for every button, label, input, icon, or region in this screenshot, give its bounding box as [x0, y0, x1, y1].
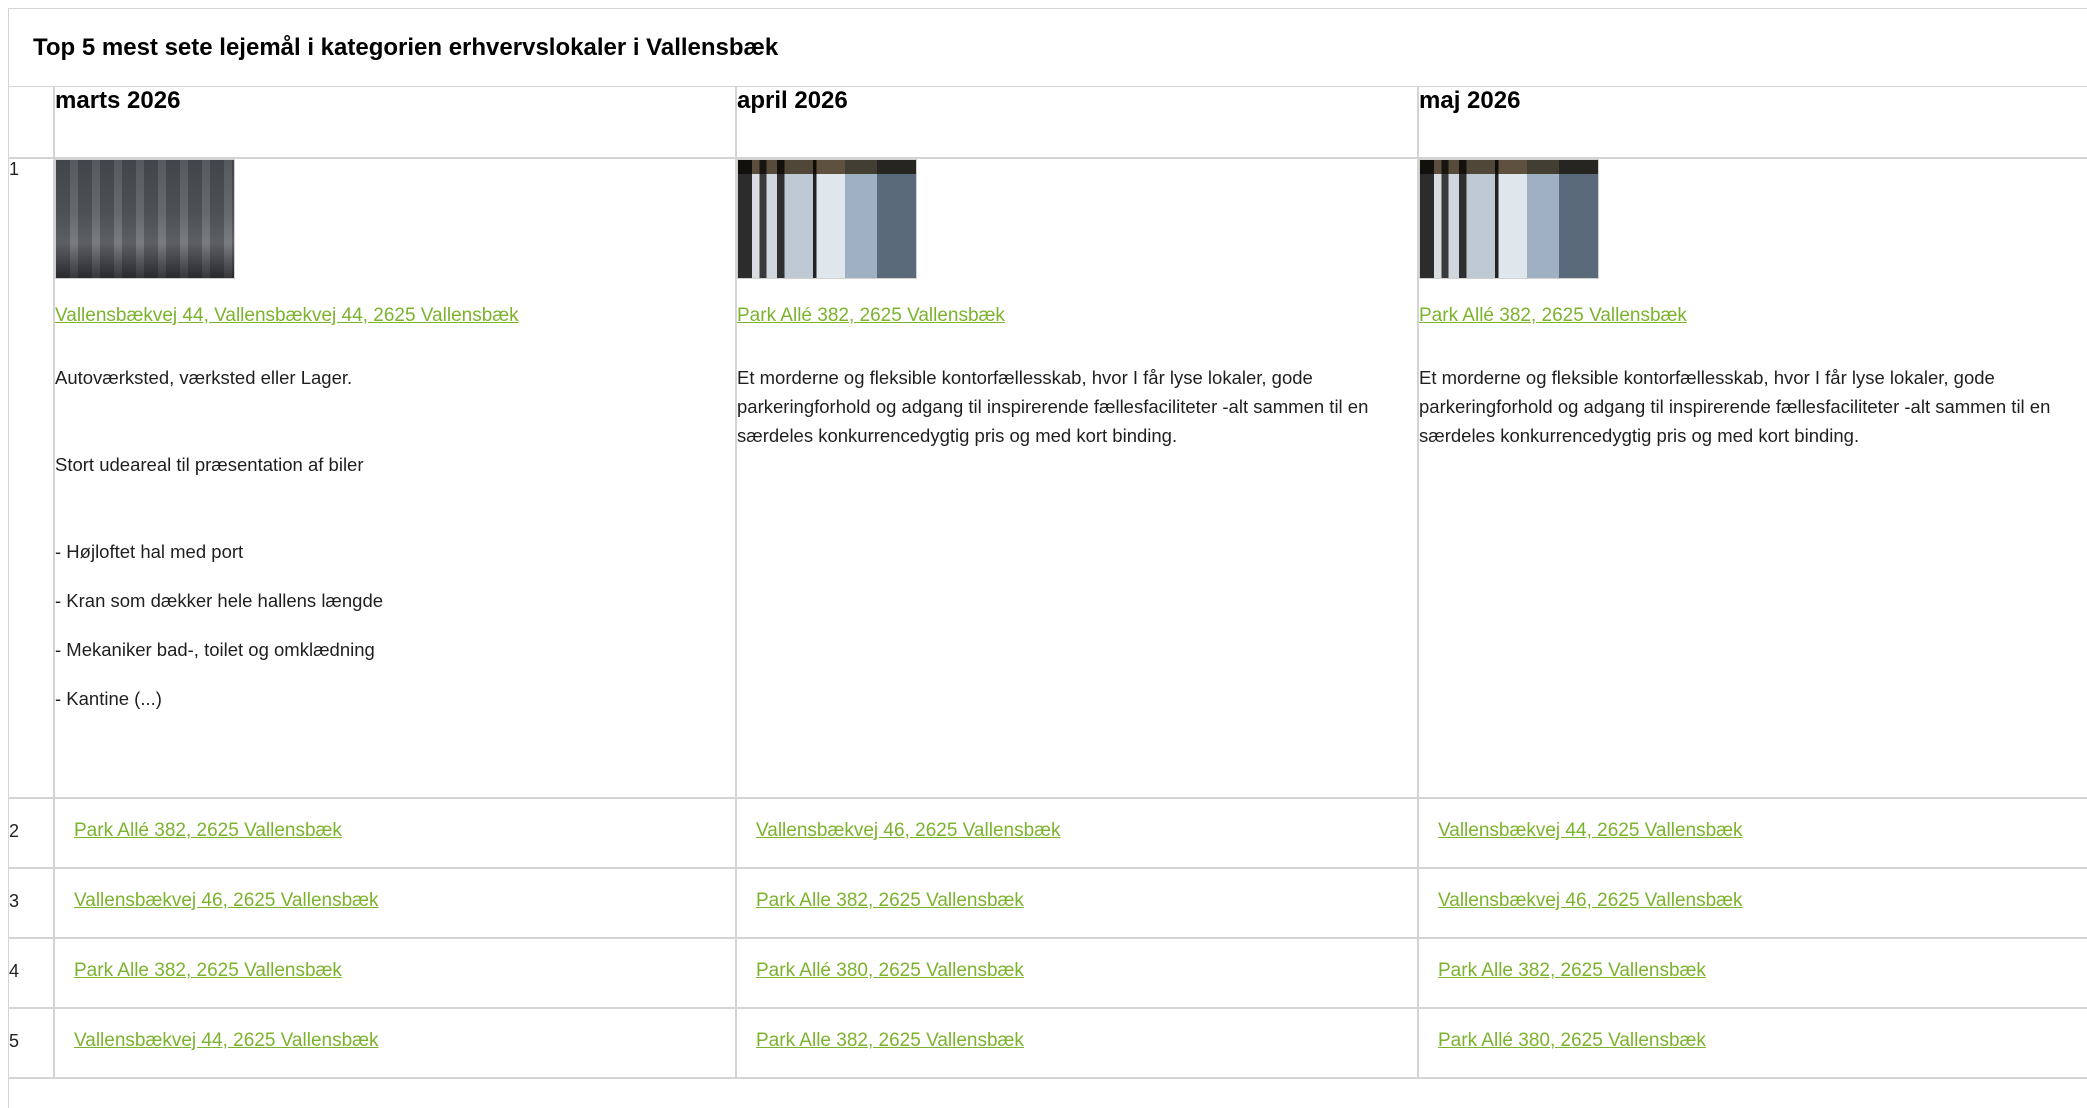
listing-cell: Vallensbækvej 46, 2625 Vallensbæk — [735, 797, 1419, 869]
panel-title: Top 5 mest sete lejemål i kategorien erh… — [9, 9, 2087, 87]
description-line: - Kran som dækker hele hallens længde — [55, 590, 384, 611]
description-line: - Højloftet hal med port — [55, 541, 244, 562]
description-line: Et morderne og fleksible kontorfællesska… — [737, 367, 1369, 446]
listing-description: Autoværksted, værksted eller Lager. Stor… — [55, 363, 735, 713]
description-line: Et morderne og fleksible kontorfællesska… — [1419, 367, 2051, 446]
listing-link[interactable]: Park Allé 380, 2625 Vallensbæk — [1438, 1029, 2083, 1053]
listing-link[interactable]: Vallensbækvej 46, 2625 Vallensbæk — [74, 889, 719, 913]
ranking-panel: Top 5 mest sete lejemål i kategorien erh… — [8, 8, 2087, 1108]
table-row: 4 Park Alle 382, 2625 Vallensbæk Park Al… — [9, 937, 2087, 1009]
listing-thumbnail[interactable] — [737, 159, 917, 279]
description-line: - Mekaniker bad-, toilet og omklædning — [55, 639, 375, 660]
rank-number: 1 — [9, 157, 55, 799]
listing-cell: Park Allé 382, 2625 Vallensbæk Et morder… — [1417, 157, 2087, 799]
listing-description: Et morderne og fleksible kontorfællesska… — [737, 363, 1417, 450]
listing-cell: Park Allé 380, 2625 Vallensbæk — [1417, 1007, 2087, 1079]
rank-number: 2 — [9, 797, 55, 869]
listing-thumbnail[interactable] — [1419, 159, 1599, 279]
description-line: Autoværksted, værksted eller Lager. — [55, 367, 353, 388]
listing-link[interactable]: Park Allé 382, 2625 Vallensbæk — [737, 304, 1417, 328]
listing-link[interactable]: Vallensbækvej 44, 2625 Vallensbæk — [1438, 819, 2083, 843]
month-header: april 2026 — [735, 87, 1419, 159]
table-row: 2 Park Allé 382, 2625 Vallensbæk Vallens… — [9, 797, 2087, 869]
listing-link[interactable]: Vallensbækvej 44, Vallensbækvej 44, 2625… — [55, 304, 735, 328]
table-row: 3 Vallensbækvej 46, 2625 Vallensbæk Park… — [9, 867, 2087, 939]
listing-cell: Vallensbækvej 44, 2625 Vallensbæk — [53, 1007, 737, 1079]
listing-cell: Park Alle 382, 2625 Vallensbæk — [735, 867, 1419, 939]
listing-link[interactable]: Park Allé 382, 2625 Vallensbæk — [74, 819, 719, 843]
header-row: marts 2026 april 2026 maj 2026 — [9, 87, 2087, 159]
listing-link[interactable]: Park Allé 382, 2625 Vallensbæk — [1419, 304, 2087, 328]
rank-number: 3 — [9, 867, 55, 939]
description-line: - Kantine (...) — [55, 688, 162, 709]
listing-cell: Park Alle 382, 2625 Vallensbæk — [53, 937, 737, 1009]
month-header: maj 2026 — [1417, 87, 2087, 159]
rank-number: 5 — [9, 1007, 55, 1079]
listing-cell: Park Allé 380, 2625 Vallensbæk — [735, 937, 1419, 1009]
listing-cell: Park Allé 382, 2625 Vallensbæk Et morder… — [735, 157, 1419, 799]
listing-cell: Vallensbækvej 44, Vallensbækvej 44, 2625… — [53, 157, 737, 799]
table-row: 5 Vallensbækvej 44, 2625 Vallensbæk Park… — [9, 1007, 2087, 1079]
listing-link[interactable]: Vallensbækvej 44, 2625 Vallensbæk — [74, 1029, 719, 1053]
listing-link[interactable]: Park Alle 382, 2625 Vallensbæk — [756, 889, 1401, 913]
listing-link[interactable]: Park Alle 382, 2625 Vallensbæk — [1438, 959, 2083, 983]
listing-cell: Park Allé 382, 2625 Vallensbæk — [53, 797, 737, 869]
listing-link[interactable]: Park Alle 382, 2625 Vallensbæk — [74, 959, 719, 983]
listing-description: Et morderne og fleksible kontorfællesska… — [1419, 363, 2087, 450]
listing-link[interactable]: Park Allé 380, 2625 Vallensbæk — [756, 959, 1401, 983]
listing-cell: Park Alle 382, 2625 Vallensbæk — [735, 1007, 1419, 1079]
description-line: Stort udeareal til præsentation af biler — [55, 454, 364, 475]
listing-cell: Vallensbækvej 46, 2625 Vallensbæk — [53, 867, 737, 939]
ranking-table: marts 2026 april 2026 maj 2026 1 Vallens… — [9, 87, 2087, 1079]
listing-link[interactable]: Vallensbækvej 46, 2625 Vallensbæk — [1438, 889, 2083, 913]
table-row: 1 Vallensbækvej 44, Vallensbækvej 44, 26… — [9, 157, 2087, 799]
listing-cell: Vallensbækvej 46, 2625 Vallensbæk — [1417, 867, 2087, 939]
listing-cell: Vallensbækvej 44, 2625 Vallensbæk — [1417, 797, 2087, 869]
listing-cell: Park Alle 382, 2625 Vallensbæk — [1417, 937, 2087, 1009]
rank-header — [9, 87, 55, 159]
rank-number: 4 — [9, 937, 55, 1009]
listing-thumbnail[interactable] — [55, 159, 235, 279]
listing-link[interactable]: Vallensbækvej 46, 2625 Vallensbæk — [756, 819, 1401, 843]
listing-link[interactable]: Park Alle 382, 2625 Vallensbæk — [756, 1029, 1401, 1053]
month-header: marts 2026 — [53, 87, 737, 159]
